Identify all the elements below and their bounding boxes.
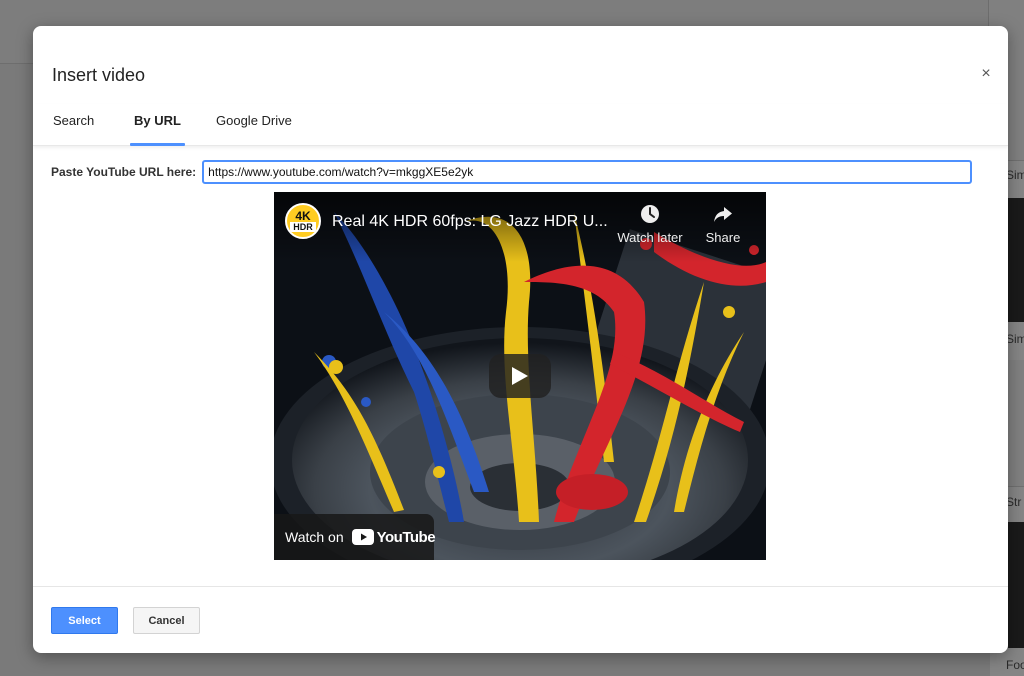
tab-google-drive[interactable]: Google Drive: [216, 113, 292, 146]
tab-by-url[interactable]: By URL: [130, 113, 185, 146]
url-label: Paste YouTube URL here:: [51, 165, 197, 179]
tab-search[interactable]: Search: [53, 113, 94, 146]
watch-on-label: Watch on: [285, 529, 344, 545]
channel-logo-text: 4K: [295, 208, 311, 223]
share-label: Share: [705, 230, 741, 245]
cancel-button[interactable]: Cancel: [133, 607, 200, 634]
close-icon[interactable]: ×: [978, 66, 994, 82]
clock-icon: [641, 205, 659, 223]
youtube-play-icon: [351, 529, 374, 545]
channel-logo-text: HDR: [290, 221, 316, 232]
youtube-wordmark: YouTube: [376, 528, 436, 546]
watch-later-button[interactable]: Watch later: [610, 204, 690, 245]
play-icon: [512, 367, 528, 385]
youtube-logo: YouTube: [351, 528, 436, 546]
background-thumbnail: [1008, 522, 1024, 648]
watch-later-label: Watch later: [617, 230, 683, 245]
play-button[interactable]: [489, 354, 551, 398]
insert-video-dialog: Insert video × Search By URL Google Driv…: [33, 26, 1008, 653]
select-button[interactable]: Select: [51, 607, 118, 634]
background-label: Sim: [1006, 168, 1024, 182]
youtube-url-input[interactable]: [202, 160, 973, 184]
tab-bar: Search By URL Google Drive: [33, 104, 1008, 146]
background-label: Sim: [1006, 332, 1024, 346]
share-arrow-icon: [714, 207, 732, 222]
video-title[interactable]: Real 4K HDR 60fps: LG Jazz HDR U...: [332, 213, 607, 231]
share-button[interactable]: Share: [683, 204, 763, 245]
background-thumbnail: [1008, 198, 1024, 322]
background-label: Str: [1006, 495, 1022, 509]
watch-on-youtube-button[interactable]: Watch on YouTube: [274, 514, 436, 560]
footer-divider: [33, 586, 1008, 587]
channel-logo[interactable]: 4K HDR: [285, 203, 321, 239]
url-row: Paste YouTube URL here:: [51, 160, 973, 184]
dialog-title: Insert video: [52, 65, 146, 85]
video-preview[interactable]: 4K HDR Real 4K HDR 60fps: LG Jazz HDR U.…: [274, 192, 766, 560]
background-label: Foo: [1006, 658, 1024, 672]
